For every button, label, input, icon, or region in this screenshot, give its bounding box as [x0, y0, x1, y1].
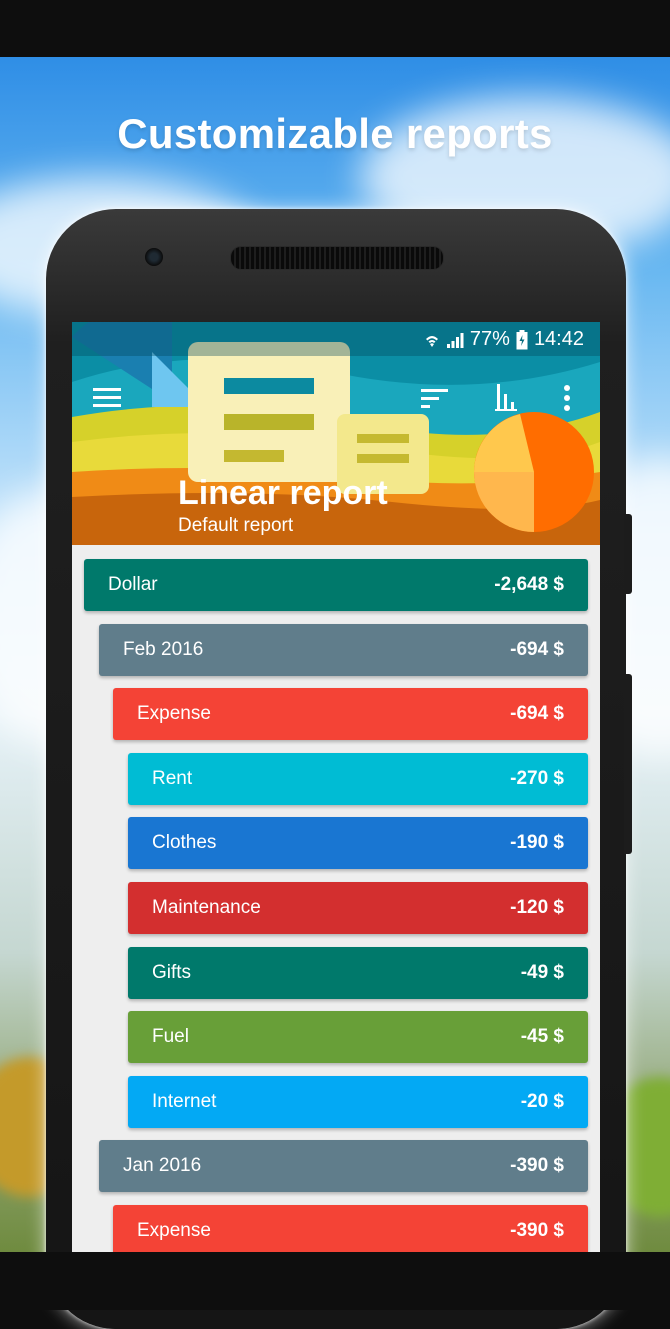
row-label: Maintenance: [152, 897, 261, 918]
power-button: [624, 674, 632, 854]
report-row[interactable]: Dollar -2,648 $: [84, 559, 588, 611]
report-row[interactable]: Jan 2016 -390 $: [99, 1140, 588, 1192]
report-row[interactable]: Rent -270 $: [128, 753, 588, 805]
row-amount: -49 $: [520, 962, 564, 983]
row-label: Internet: [152, 1091, 217, 1112]
row-amount: -190 $: [510, 832, 564, 853]
row-label: Gifts: [152, 962, 192, 983]
clock-time: 14:42: [533, 328, 584, 350]
chart-icon[interactable]: [495, 384, 519, 412]
row-amount: -45 $: [520, 1026, 564, 1047]
more-vert-icon[interactable]: [563, 384, 571, 412]
row-amount: -390 $: [510, 1155, 564, 1176]
report-row[interactable]: Feb 2016 -694 $: [99, 624, 588, 676]
battery-percent: 77%: [469, 328, 510, 350]
report-subtitle: Default report: [178, 515, 294, 536]
battery-icon: [516, 329, 528, 349]
report-title: Linear report: [178, 474, 388, 512]
row-amount: -270 $: [510, 768, 564, 789]
row-label: Expense: [137, 1220, 211, 1241]
row-amount: -20 $: [520, 1091, 564, 1112]
report-row[interactable]: Clothes -190 $: [128, 817, 588, 869]
report-row[interactable]: Expense -390 $: [113, 1205, 588, 1252]
app-screen: 77% 14:42 Linear report Default report D…: [72, 322, 600, 1252]
report-row[interactable]: Internet -20 $: [128, 1076, 588, 1128]
status-bar: 77% 14:42: [72, 322, 600, 356]
bottom-black-bar: [0, 1252, 670, 1310]
row-label: Fuel: [152, 1026, 189, 1047]
row-amount: -2,648 $: [494, 574, 564, 595]
row-label: Clothes: [152, 832, 217, 853]
row-amount: -694 $: [510, 639, 564, 660]
promo-headline: Customizable reports: [117, 110, 553, 157]
signal-icon: [446, 332, 464, 348]
report-header: 77% 14:42 Linear report Default report: [72, 322, 600, 545]
row-label: Rent: [152, 768, 193, 789]
row-label: Dollar: [108, 574, 158, 595]
report-row[interactable]: Gifts -49 $: [128, 947, 588, 999]
row-label: Jan 2016: [123, 1155, 202, 1176]
report-row[interactable]: Maintenance -120 $: [128, 882, 588, 934]
front-camera: [145, 248, 163, 266]
report-row[interactable]: Expense -694 $: [113, 688, 588, 740]
sort-icon[interactable]: [421, 388, 449, 408]
row-label: Expense: [137, 703, 211, 724]
report-row[interactable]: Fuel -45 $: [128, 1011, 588, 1063]
row-amount: -120 $: [510, 897, 564, 918]
earpiece-speaker: [230, 246, 444, 270]
row-amount: -390 $: [510, 1220, 564, 1241]
wifi-icon: [425, 335, 438, 347]
row-amount: -694 $: [510, 703, 564, 724]
top-black-bar: [0, 0, 670, 57]
menu-icon[interactable]: [92, 386, 122, 408]
volume-button: [624, 514, 632, 594]
row-label: Feb 2016: [123, 639, 204, 660]
